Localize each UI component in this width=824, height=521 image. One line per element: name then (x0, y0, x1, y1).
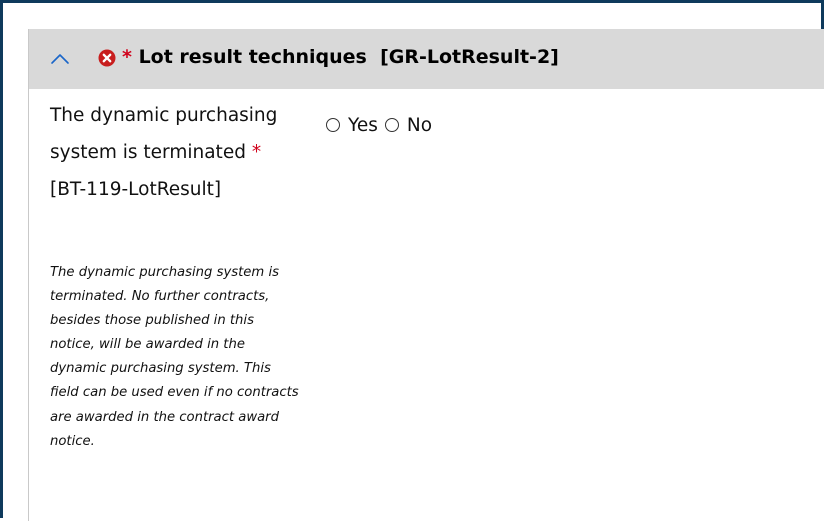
radio-option-yes[interactable]: Yes (326, 115, 378, 136)
field-code: [BT-119-LotResult] (50, 179, 222, 200)
chevron-up-icon[interactable] (48, 48, 72, 70)
terminated-radio-group: Yes No (326, 113, 439, 137)
group-title-text: Lot result techniques [GR-LotResult-2] (138, 46, 559, 68)
radio-label-no: No (406, 114, 433, 136)
field-help-text: The dynamic purchasing system is termina… (50, 265, 299, 449)
required-marker: * (122, 46, 132, 68)
radio-button-yes[interactable] (326, 118, 340, 132)
radio-label-yes: Yes (348, 114, 378, 136)
group-title: * Lot result techniques [GR-LotResult-2] (122, 46, 559, 68)
radio-option-no[interactable]: No (384, 114, 433, 136)
radio-button-no[interactable] (384, 118, 399, 132)
field-label: The dynamic purchasing system is termina… (50, 97, 295, 208)
error-circle-x-icon (98, 49, 116, 67)
group-header[interactable]: * Lot result techniques [GR-LotResult-2] (29, 29, 824, 89)
required-marker: * (251, 142, 262, 163)
form-group-panel: * Lot result techniques [GR-LotResult-2]… (28, 29, 824, 521)
field-label-text: The dynamic purchasing system is termina… (50, 105, 278, 163)
window-frame: * Lot result techniques [GR-LotResult-2]… (0, 0, 824, 521)
